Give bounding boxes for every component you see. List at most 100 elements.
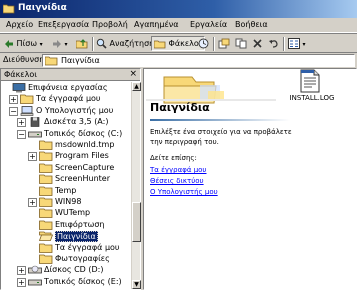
folder-icon	[39, 220, 53, 230]
tree-node-label: Φωτογραφίες	[55, 254, 110, 263]
menu-help[interactable]: Βοήθεια	[235, 20, 268, 29]
delete-icon	[253, 39, 262, 48]
floppy-icon	[28, 117, 42, 127]
vertical-scrollbar[interactable]: ▲ ▼	[131, 82, 141, 289]
views-button[interactable]: ▾	[288, 36, 306, 51]
content-title: Παιγνίδια	[150, 101, 210, 114]
folder-icon	[39, 151, 53, 162]
tree-node-label: Program Files	[55, 151, 109, 161]
tree-node-label: Επιφάνεια εργασίας	[28, 83, 108, 92]
up-folder-icon	[75, 39, 88, 49]
dropdown-arrow-icon: ▾	[39, 41, 43, 48]
copy-to-button[interactable]	[235, 36, 247, 51]
file-item[interactable]: INSTALL.LOG	[282, 69, 342, 103]
up-button[interactable]	[75, 36, 88, 51]
forward-arrow-icon	[53, 39, 61, 48]
undo-button[interactable]	[268, 36, 279, 51]
folder-icon	[39, 186, 53, 196]
history-button[interactable]	[198, 36, 209, 51]
menu-edit[interactable]: Επεξεργασία	[38, 20, 89, 29]
drive-icon	[28, 277, 42, 287]
folder-icon	[45, 56, 58, 66]
menu-file[interactable]: Αρχείο	[6, 20, 33, 29]
folder-icon	[39, 243, 53, 253]
tree-node-label: ScreenCapture	[55, 162, 115, 172]
collapse-icon[interactable]: −	[9, 106, 18, 116]
scroll-up-icon[interactable]: ▲	[132, 82, 141, 91]
folders-icon	[153, 40, 166, 48]
history-icon	[198, 38, 209, 49]
tree-node-label: Τα έγγραφά μου	[55, 242, 120, 252]
expand-icon[interactable]: +	[28, 152, 37, 162]
tree-node-label: Τοπικός δίσκος (C:)	[44, 128, 123, 138]
views-icon	[288, 38, 300, 49]
close-icon[interactable]: ×	[129, 69, 137, 79]
expand-icon[interactable]: +	[17, 118, 26, 128]
back-button[interactable]: Πίσω ▾	[4, 36, 43, 51]
explorer-window: Παιγνίδια Αρχείο Επεξεργασία Προβολή Αγα…	[0, 0, 357, 290]
collapse-icon[interactable]: −	[17, 129, 26, 139]
folders-pane: Φάκελοι × Επιφάνεια εργασίας + Τα έγγραφά …	[0, 68, 141, 290]
copy-to-icon	[235, 38, 247, 49]
folder-icon	[39, 197, 53, 207]
expand-icon[interactable]: +	[17, 266, 26, 276]
move-to-button[interactable]	[218, 36, 230, 51]
scroll-thumb[interactable]	[132, 202, 141, 242]
folder-tree: Επιφάνεια εργασίας + Τα έγγραφά μου − Ο Υπολ…	[1, 82, 131, 289]
title-divider	[150, 119, 290, 121]
tree-node-label: Δίσκος CD (D:)	[44, 265, 104, 275]
menu-bar: Αρχείο Επεξεργασία Προβολή Αγαπημένα Εργ…	[0, 18, 357, 33]
folder-icon	[39, 254, 53, 264]
toolbar: Πίσω ▾ ▾ Αναζήτηση Φάκελοι ▾	[0, 33, 357, 53]
tree-node-label: msdownld.tmp	[55, 140, 115, 149]
scroll-down-icon[interactable]: ▼	[132, 280, 141, 289]
content-pane: Παιγνίδια Επιλέξτε ένα στοιχείο για να π…	[143, 68, 357, 290]
folder-icon	[3, 4, 15, 14]
link-my-documents[interactable]: Τα έγγραφά μου	[150, 166, 207, 174]
toolbar-separator	[283, 37, 285, 51]
tree-node-label: Temp	[55, 185, 77, 195]
folder-icon	[39, 174, 53, 185]
move-to-icon	[218, 38, 230, 49]
drive-icon	[28, 129, 42, 139]
window-title: Παιγνίδια	[18, 3, 67, 13]
folder-icon	[39, 163, 53, 173]
tree-node-label: Τοπικός δίσκος (E:)	[44, 276, 122, 286]
text-file-icon	[300, 69, 320, 93]
tree-node-label: Δισκέτα 3,5 (A:)	[44, 117, 109, 127]
tree-node-label: ScreenHunter	[55, 174, 111, 184]
search-icon	[96, 38, 107, 49]
address-bar: Διεύθυνση Παιγνίδια	[0, 53, 357, 68]
tree-node-label: Ο Υπολογιστής μου	[36, 105, 114, 115]
tree-node-label: Επιφόρτωση	[55, 219, 105, 229]
desktop-icon	[12, 83, 26, 93]
address-label: Διεύθυνση	[3, 55, 45, 64]
file-name: INSTALL.LOG	[289, 94, 335, 102]
menu-view[interactable]: Προβολή	[92, 20, 128, 29]
link-my-computer[interactable]: Ο Υπολογιστής μου	[150, 188, 218, 196]
toolbar-separator	[92, 37, 94, 51]
search-button[interactable]: Αναζήτηση	[96, 36, 154, 51]
dropdown-arrow-icon: ▾	[302, 41, 306, 48]
expand-icon[interactable]: +	[9, 95, 18, 105]
instruction-text: Επιλέξτε ένα στοιχείο για να προβάλετε τ…	[150, 128, 292, 146]
address-field[interactable]: Παιγνίδια	[42, 54, 355, 67]
tree-node-label: Παιγνίδια	[55, 231, 98, 243]
title-bar[interactable]: Παιγνίδια	[0, 0, 357, 18]
cdrom-icon	[28, 265, 42, 275]
menu-favorites[interactable]: Αγαπημένα	[134, 20, 179, 29]
tree-node-label: Τα έγγραφά μου	[36, 94, 101, 104]
delete-button[interactable]	[252, 36, 263, 51]
menu-tools[interactable]: Εργαλεία	[190, 20, 227, 29]
expand-icon[interactable]: +	[28, 198, 37, 207]
undo-icon	[269, 40, 278, 48]
dropdown-arrow-icon: ▾	[64, 41, 68, 48]
forward-button[interactable]: ▾	[52, 36, 68, 51]
toolbar-separator	[213, 37, 215, 51]
tree-node-label: WUTemp	[55, 208, 91, 218]
expand-icon[interactable]: +	[17, 277, 26, 287]
back-arrow-icon	[5, 39, 13, 48]
folder-open-icon	[38, 231, 54, 242]
link-network-places[interactable]: Θέσεις δικτύου	[150, 177, 204, 185]
folders-button[interactable]: Φάκελοι	[151, 36, 205, 51]
